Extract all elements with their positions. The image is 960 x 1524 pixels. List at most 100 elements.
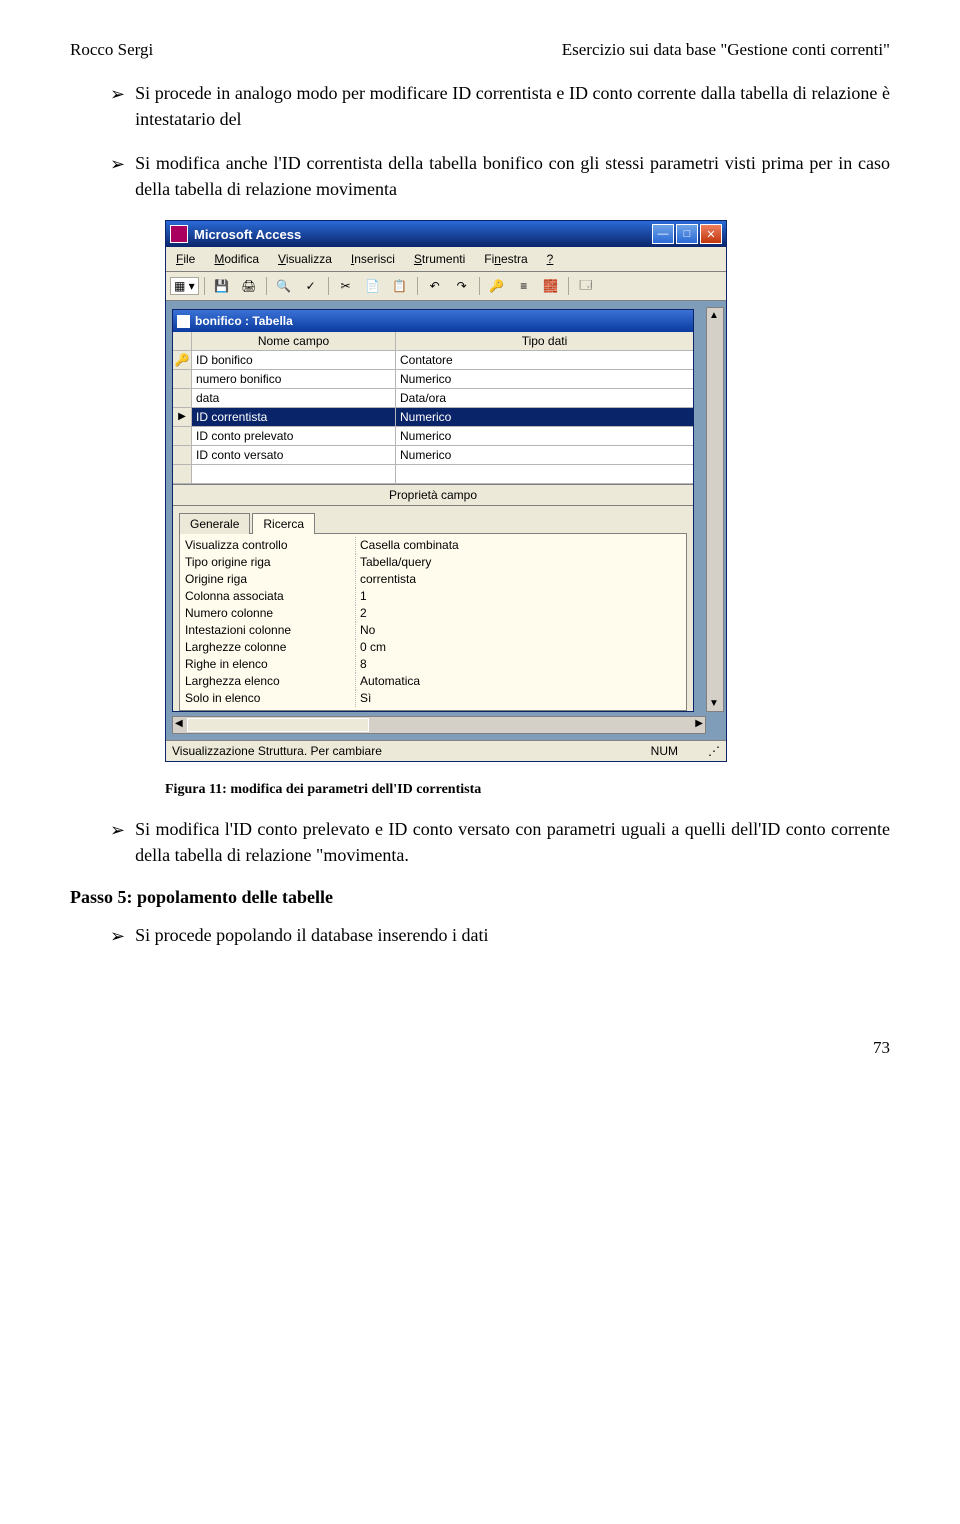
undo-button[interactable]: ↶	[423, 275, 447, 297]
menu-strumenti[interactable]: Strumenti	[406, 250, 473, 268]
scroll-thumb[interactable]	[187, 718, 369, 732]
field-row[interactable]: 🔑 ID bonifico Contatore	[173, 351, 693, 370]
property-row[interactable]: Tipo origine rigaTabella/query	[183, 554, 683, 571]
prop-value[interactable]: Automatica	[355, 673, 683, 690]
prop-value[interactable]: 8	[355, 656, 683, 673]
row-selector-icon[interactable]	[173, 408, 192, 426]
field-type-cell[interactable]: Numerico	[396, 446, 693, 464]
menu-inserisci[interactable]: Inserisci	[343, 250, 403, 268]
prop-label: Solo in elenco	[183, 690, 355, 707]
cut-button[interactable]: ✂	[334, 275, 358, 297]
bullet-arrow-icon: ➢	[110, 923, 125, 949]
prop-label: Larghezze colonne	[183, 639, 355, 656]
field-row[interactable]: ID conto prelevato Numerico	[173, 427, 693, 446]
row-handle[interactable]	[173, 427, 192, 445]
property-row[interactable]: Righe in elenco8	[183, 656, 683, 673]
build-button[interactable]: 🧱	[539, 275, 563, 297]
row-handle[interactable]	[173, 370, 192, 388]
col-header-field: Nome campo	[192, 332, 396, 350]
spellcheck-button[interactable]: ✓	[299, 275, 323, 297]
menu-help[interactable]: ?	[539, 250, 562, 268]
property-row[interactable]: Colonna associata1	[183, 588, 683, 605]
prop-value[interactable]: Sì	[355, 690, 683, 707]
close-button[interactable]: ✕	[700, 224, 722, 244]
prop-value[interactable]: Tabella/query	[355, 554, 683, 571]
row-handle[interactable]	[173, 389, 192, 407]
print-preview-button[interactable]: 🔍	[272, 275, 296, 297]
redo-button[interactable]: ↷	[450, 275, 474, 297]
field-name-cell[interactable]: ID conto prelevato	[192, 427, 396, 445]
field-row-selected[interactable]: ID correntista Numerico	[173, 408, 693, 427]
minimize-button[interactable]: —	[652, 224, 674, 244]
field-row[interactable]: ID conto versato Numerico	[173, 446, 693, 465]
tab-generale[interactable]: Generale	[179, 513, 250, 534]
property-row[interactable]: Larghezza elencoAutomatica	[183, 673, 683, 690]
prop-label: Visualizza controllo	[183, 537, 355, 554]
access-title-text: Microsoft Access	[194, 227, 652, 242]
field-name-cell[interactable]: ID correntista	[192, 408, 396, 426]
view-dropdown[interactable]: ▦ ▾	[170, 277, 199, 295]
separator-icon	[328, 277, 329, 295]
prop-value[interactable]: 0 cm	[355, 639, 683, 656]
resize-grip-icon[interactable]: ⋰	[708, 744, 720, 758]
property-row[interactable]: Origine rigacorrentista	[183, 571, 683, 588]
prop-value[interactable]: Casella combinata	[355, 537, 683, 554]
save-button[interactable]: 💾	[210, 275, 234, 297]
vertical-scrollbar[interactable]	[706, 307, 724, 712]
field-name-cell[interactable]: ID conto versato	[192, 446, 396, 464]
prop-label: Intestazioni colonne	[183, 622, 355, 639]
separator-icon	[266, 277, 267, 295]
property-row[interactable]: Larghezze colonne0 cm	[183, 639, 683, 656]
menu-visualizza[interactable]: Visualizza	[270, 250, 340, 268]
field-row-empty[interactable]	[173, 465, 693, 484]
prop-value[interactable]: correntista	[355, 571, 683, 588]
db-window-button[interactable]: 🗔	[574, 275, 598, 297]
property-row[interactable]: Numero colonne2	[183, 605, 683, 622]
field-name-cell[interactable]: ID bonifico	[192, 351, 396, 369]
tab-ricerca[interactable]: Ricerca	[252, 513, 315, 534]
property-row[interactable]: Intestazioni colonneNo	[183, 622, 683, 639]
maximize-button[interactable]: □	[676, 224, 698, 244]
field-type-cell[interactable]: Numerico	[396, 408, 693, 426]
row-handle[interactable]	[173, 465, 192, 483]
property-row[interactable]: Solo in elencoSì	[183, 690, 683, 707]
access-app-icon	[170, 225, 188, 243]
key-button[interactable]: 🔑	[485, 275, 509, 297]
field-name-cell[interactable]	[192, 465, 396, 483]
statusbar: Visualizzazione Struttura. Per cambiare …	[166, 740, 726, 761]
paste-button[interactable]: 📋	[388, 275, 412, 297]
field-type-cell[interactable]: Data/ora	[396, 389, 693, 407]
field-name-cell[interactable]: data	[192, 389, 396, 407]
field-type-cell[interactable]: Contatore	[396, 351, 693, 369]
prop-value[interactable]: 2	[355, 605, 683, 622]
prop-value[interactable]: 1	[355, 588, 683, 605]
prop-label: Tipo origine riga	[183, 554, 355, 571]
copy-button[interactable]: 📄	[361, 275, 385, 297]
property-row[interactable]: Visualizza controlloCasella combinata	[183, 537, 683, 554]
bullet-arrow-icon: ➢	[110, 817, 125, 869]
menu-modifica[interactable]: Modifica	[206, 250, 267, 268]
intro-bullets: ➢ Si procede in analogo modo per modific…	[110, 80, 890, 132]
mdi-area: bonifico : Tabella Nome campo Tipo dati …	[166, 301, 726, 740]
prop-label: Origine riga	[183, 571, 355, 588]
post-figure-bullets: ➢ Si modifica l'ID conto prelevato e ID …	[110, 816, 890, 868]
prop-value[interactable]: No	[355, 622, 683, 639]
horizontal-scrollbar[interactable]	[172, 716, 706, 734]
field-row[interactable]: numero bonifico Numerico	[173, 370, 693, 389]
page-number: 73	[70, 1038, 890, 1058]
row-handle[interactable]	[173, 446, 192, 464]
menubar: File Modifica Visualizza Inserisci Strum…	[166, 247, 726, 272]
bullet-text: Si procede in analogo modo per modificar…	[135, 80, 890, 132]
header-right: Esercizio sui data base "Gestione conti …	[562, 40, 890, 60]
field-type-cell[interactable]	[396, 465, 693, 483]
menu-file[interactable]: File	[168, 250, 203, 268]
field-type-cell[interactable]: Numerico	[396, 370, 693, 388]
print-button[interactable]: 🖨	[237, 275, 261, 297]
property-tabs: Generale Ricerca Visualizza controlloCas…	[173, 506, 693, 711]
field-row[interactable]: data Data/ora	[173, 389, 693, 408]
field-type-cell[interactable]: Numerico	[396, 427, 693, 445]
menu-finestra[interactable]: Finestra	[476, 250, 535, 268]
section-heading: Passo 5: popolamento delle tabelle	[70, 887, 890, 908]
index-button[interactable]: ≡	[512, 275, 536, 297]
field-name-cell[interactable]: numero bonifico	[192, 370, 396, 388]
